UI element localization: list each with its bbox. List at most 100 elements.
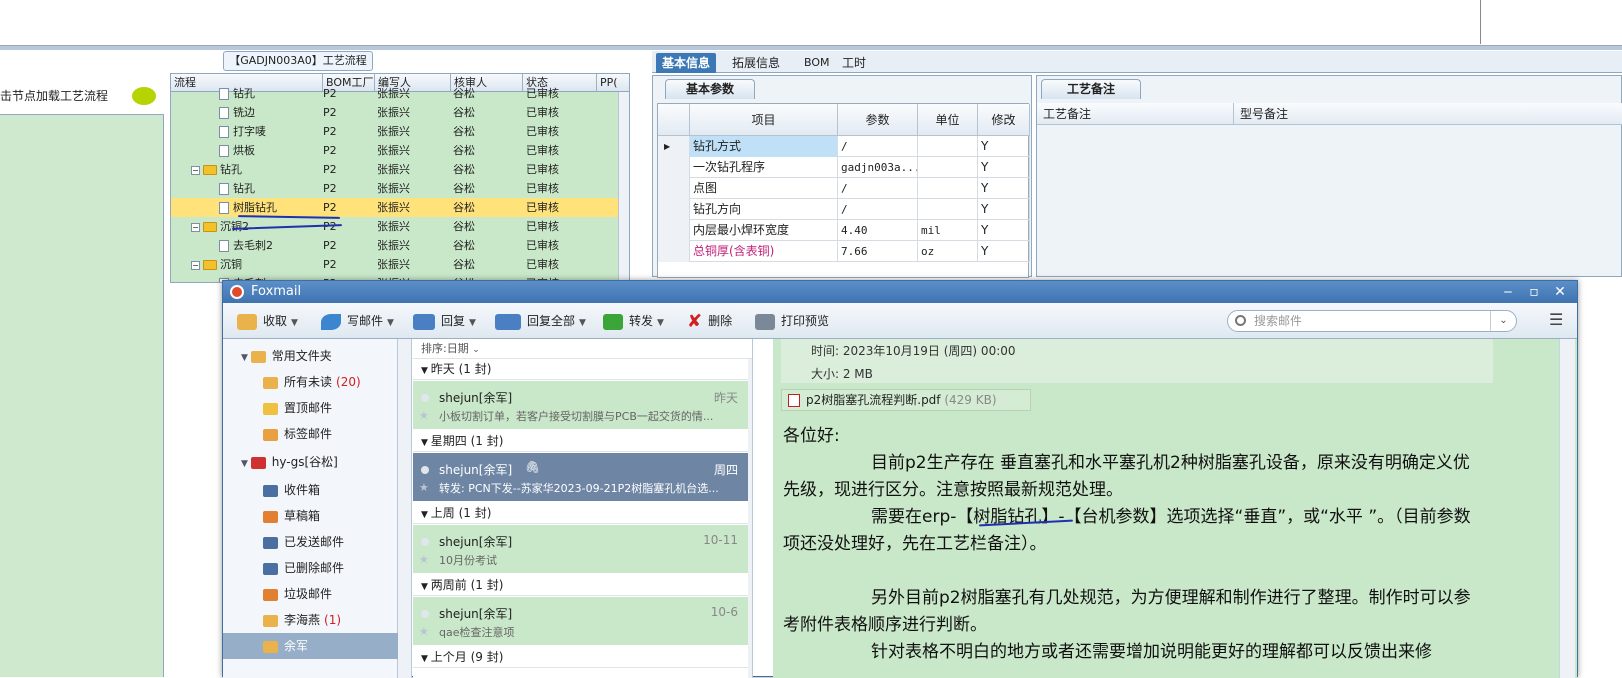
delete-button[interactable]: ✘ 删除 [687,303,732,339]
folder-item[interactable]: ▼ 常用文件夹 [223,343,398,369]
chevron-down-icon[interactable]: ▼ [469,318,476,328]
tree-row[interactable]: − 钻孔 P2 张振兴 谷松 已审核 [171,160,629,179]
collapse-icon[interactable]: − [191,222,200,232]
reply-button[interactable]: 回复 ▼ [413,303,476,339]
collapse-icon[interactable]: − [191,165,200,175]
tree-row[interactable]: 钻孔 P2 张振兴 谷松 已审核 [171,179,629,198]
folder-item[interactable]: 垃圾邮件 [223,581,398,607]
expand-icon[interactable]: ▼ [241,353,251,363]
group-header[interactable]: ▼ 星期四 (1 封) [413,431,748,452]
param-row[interactable]: 点图 / Y [658,178,1030,199]
tab-bom[interactable]: BOM [798,53,836,73]
cell-edit[interactable]: Y [978,157,1030,178]
cell-value[interactable]: gadjn003a... [838,157,918,178]
group-header[interactable]: ▼ 上个月 (9 封) [413,647,748,668]
cell-value[interactable]: / [838,136,918,157]
folder-item[interactable]: 已删除邮件 [223,555,398,581]
param-row[interactable]: 钻孔方向 / Y [658,199,1030,220]
group-header[interactable]: ▼ 昨天 (1 封) [413,359,748,380]
chevron-down-icon[interactable]: ▼ [579,318,586,328]
hamburger-menu-icon[interactable]: ☰ [1549,312,1567,328]
chevron-down-icon[interactable]: ▼ [291,318,298,328]
attachment[interactable]: p2树脂塞孔流程判断.pdf (429 KB) [781,389,1031,411]
print-preview-button[interactable]: 打印预览 [755,303,829,339]
tab-work-hours[interactable]: 工时 [836,53,872,73]
folder-item[interactable]: ▼ hy-gs[谷松] [223,449,398,475]
message-list-scrollbar[interactable] [748,359,752,678]
cell-unit[interactable] [918,178,978,199]
star-icon[interactable]: ★ [419,481,429,494]
cell-edit[interactable]: Y [978,241,1030,262]
cell-item[interactable]: 钻孔方向 [690,199,838,220]
unread-dot-icon[interactable] [421,394,429,402]
search-options-icon[interactable]: ⌄ [1490,311,1516,331]
expand-icon[interactable]: ▼ [241,459,251,469]
reader-scrollbar[interactable] [1559,339,1575,678]
cell-item[interactable]: 点图 [690,178,838,199]
folder-item[interactable]: 李海燕 (1) [223,607,398,633]
col-model-memo[interactable]: 型号备注 [1233,103,1288,125]
col-value[interactable]: 参数 [838,104,918,136]
col-process-memo[interactable]: 工艺备注 [1037,103,1091,125]
tree-row[interactable]: 烘板 P2 张振兴 谷松 已审核 [171,141,629,160]
tree-row[interactable]: 去毛刺2 P2 张振兴 谷松 已审核 [171,236,629,255]
tab-extended-info[interactable]: 拓展信息 [726,53,786,73]
star-icon[interactable]: ★ [419,409,429,422]
cell-unit[interactable]: oz [918,241,978,262]
unread-dot-icon[interactable] [421,466,429,474]
chevron-down-icon[interactable]: ▼ [657,318,664,328]
cell-edit[interactable]: Y [978,178,1030,199]
tree-row[interactable]: −沉铜2P2张振兴谷松已审核 [171,217,629,236]
cell-value[interactable]: 7.66 [838,241,918,262]
star-icon[interactable]: ★ [419,553,429,566]
message-item[interactable]: ★ shejun[余军] 昨天 小板切割订单，若客户接受切割膜与PCB一起交货的情..… [413,381,748,429]
cell-item[interactable]: 钻孔方式 [690,136,838,157]
message-item[interactable]: ★ shejun[余军] 10-11 10月份考试 [413,525,748,573]
unread-dot-icon[interactable] [421,538,429,546]
param-row[interactable]: ▶ 钻孔方式 / Y [658,136,1030,157]
tree-row[interactable]: 打字唛 P2 张振兴 谷松 已审核 [171,122,629,141]
collapse-icon[interactable]: − [191,260,200,270]
cell-value[interactable]: 4.40 [838,220,918,241]
unread-dot-icon[interactable] [421,610,429,618]
cell-value[interactable]: / [838,178,918,199]
message-item[interactable]: ★ shejun[余军] 10-6 qae检查注意项 [413,597,748,645]
folder-scrollbar[interactable] [398,339,412,678]
cell-unit[interactable] [918,199,978,220]
param-row[interactable]: 内层最小焊环宽度 4.40 mil Y [658,220,1030,241]
cell-item[interactable]: 内层最小焊环宽度 [690,220,838,241]
col-edit[interactable]: 修改 [978,104,1030,136]
cell-item[interactable]: 总铜厚(含表铜) [690,241,838,262]
folder-item[interactable]: 已发送邮件 [223,529,398,555]
param-row[interactable]: 总铜厚(含表铜) 7.66 oz Y [658,241,1030,262]
forward-button[interactable]: 转发 ▼ [603,303,664,339]
memo-title[interactable]: 工艺备注 [1041,79,1141,99]
tree-row[interactable]: 树脂钻孔 P2 张振兴 谷松 已审核 [171,198,629,217]
sort-dropdown[interactable]: 排序:日期 ⌄ [413,339,752,359]
minimize-icon[interactable]: ‒ [1495,281,1521,303]
reply-all-button[interactable]: 回复全部 ▼ [495,303,586,339]
folder-item[interactable]: 置顶邮件 [223,395,398,421]
param-row[interactable]: 一次钻孔程序 gadjn003a... Y [658,157,1030,178]
folder-item[interactable]: 草稿箱 [223,503,398,529]
search-input[interactable]: 搜索邮件 ⌄ [1227,310,1517,332]
basic-params-title[interactable]: 基本参数 [665,79,755,99]
message-item[interactable]: ★ shejun[余军] 🖇 周四 转发: PCN下发--苏家华2023-09-21P… [413,453,748,501]
close-icon[interactable]: ✕ [1547,281,1573,303]
chevron-down-icon[interactable]: ▼ [387,318,394,328]
cell-item[interactable]: 一次钻孔程序 [690,157,838,178]
folder-item[interactable]: 所有未读 (20) [223,369,398,395]
receive-button[interactable]: 收取 ▼ [237,303,298,339]
folder-item[interactable]: 收件箱 [223,477,398,503]
compose-button[interactable]: 写邮件 ▼ [321,303,394,339]
cell-edit[interactable]: Y [978,220,1030,241]
group-header[interactable]: ▼ 上周 (1 封) [413,503,748,524]
splitter-bar[interactable] [0,46,1622,50]
group-header[interactable]: ▼ 两周前 (1 封) [413,575,748,596]
star-icon[interactable]: ★ [419,625,429,638]
col-item[interactable]: 项目 [690,104,838,136]
folder-item[interactable]: 标签邮件 [223,421,398,447]
tree-scrollbar[interactable] [618,92,629,282]
cell-unit[interactable]: mil [918,220,978,241]
cell-unit[interactable] [918,157,978,178]
